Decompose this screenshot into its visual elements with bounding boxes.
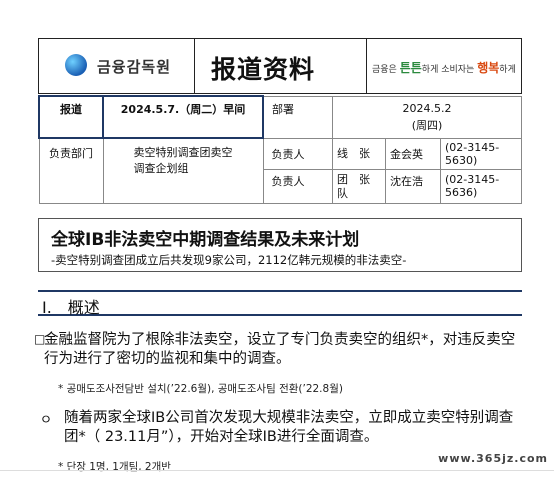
paragraph-2: ㅇ 随着两家全球IB公司首次发现大规模非法卖空，立即成立卖空特别调查团*（ 23… — [40, 409, 524, 447]
release-info-table: 报道 2024.5.7.（周二）早间 部署 2024.5.2 (周四) 负责部门… — [38, 95, 522, 204]
headline-title: 全球IB非法卖空中期调查结果及未来计划 — [51, 230, 360, 250]
dept-date: 2024.5.2 — [402, 102, 452, 115]
paragraph-2-text: 随着两家全球IB公司首次发现大规模非法卖空，立即成立卖空特别调查团*（ 23.1… — [64, 410, 514, 445]
page-bottom-line — [0, 470, 554, 471]
square-bullet: □ — [34, 332, 46, 346]
resp-dept-value-cell: 卖空特别调查团卖空调查企划组 — [102, 137, 264, 204]
report-date-cell: 2024.5.7.（周二）早间 — [102, 95, 264, 139]
fss-logo-icon — [65, 54, 87, 76]
paragraph-1-note: * 공매도조사전담반 설치(’22.6월), 공매도조사팀 전환(’22.8월) — [58, 383, 343, 395]
contact-name: 沈在浩 — [385, 168, 441, 204]
contact-phone: (02-3145-5636) — [440, 168, 522, 204]
contact-name: 金会英 — [385, 137, 441, 170]
section-header: I. 概述 — [38, 290, 522, 317]
header-divider-1 — [194, 39, 195, 93]
contact-title: 线 张 — [332, 137, 386, 170]
document-type-title: 报道资料 — [211, 55, 316, 84]
dept-date-cell: 2024.5.2 (周四) — [332, 95, 522, 139]
watermark: www.365jz.com — [438, 452, 548, 465]
paragraph-2-note: * 단장 1명, 1개팀, 2개반 — [58, 461, 171, 473]
contact-role: 负责人 — [262, 168, 333, 204]
circle-bullet: ㅇ — [40, 413, 52, 428]
paragraph-1: □ 金融监督院为了根除非法卖空，设立了专门负责卖空的组织*，对违反卖空行为进行了… — [34, 331, 522, 369]
report-label-cell: 报道 — [38, 95, 104, 139]
headline-subtitle: -卖空特别调查团成立后共发现9家公司，2112亿韩元规模的非法卖空- — [51, 253, 407, 267]
paragraph-1-text: 金融监督院为了根除非法卖空，设立了专门负责卖空的组织*，对违反卖空行为进行了密切… — [44, 332, 516, 367]
resp-dept-label-cell: 负责部门 — [38, 137, 104, 204]
agency-logo-text: 금융감독원 — [97, 58, 172, 76]
document-header: 금융감독원 报道资料 금융은 튼튼하게 소비자는 행복하게 — [38, 38, 522, 94]
section-title: I. 概述 — [42, 298, 100, 317]
headline-box: 全球IB非法卖空中期调查结果及未来计划 -卖空特别调查团成立后共发现9家公司，2… — [38, 218, 522, 272]
contact-title: 团 张 队 — [332, 168, 386, 204]
agency-slogan: 금융은 튼튼하게 소비자는 행복하게 — [372, 61, 516, 75]
contact-role: 负责人 — [262, 137, 333, 170]
dept-weekday: (周四) — [411, 119, 443, 132]
dept-label-cell: 部署 — [262, 95, 333, 139]
contact-phone: (02-3145-5630) — [440, 137, 522, 170]
header-divider-2 — [366, 39, 367, 93]
